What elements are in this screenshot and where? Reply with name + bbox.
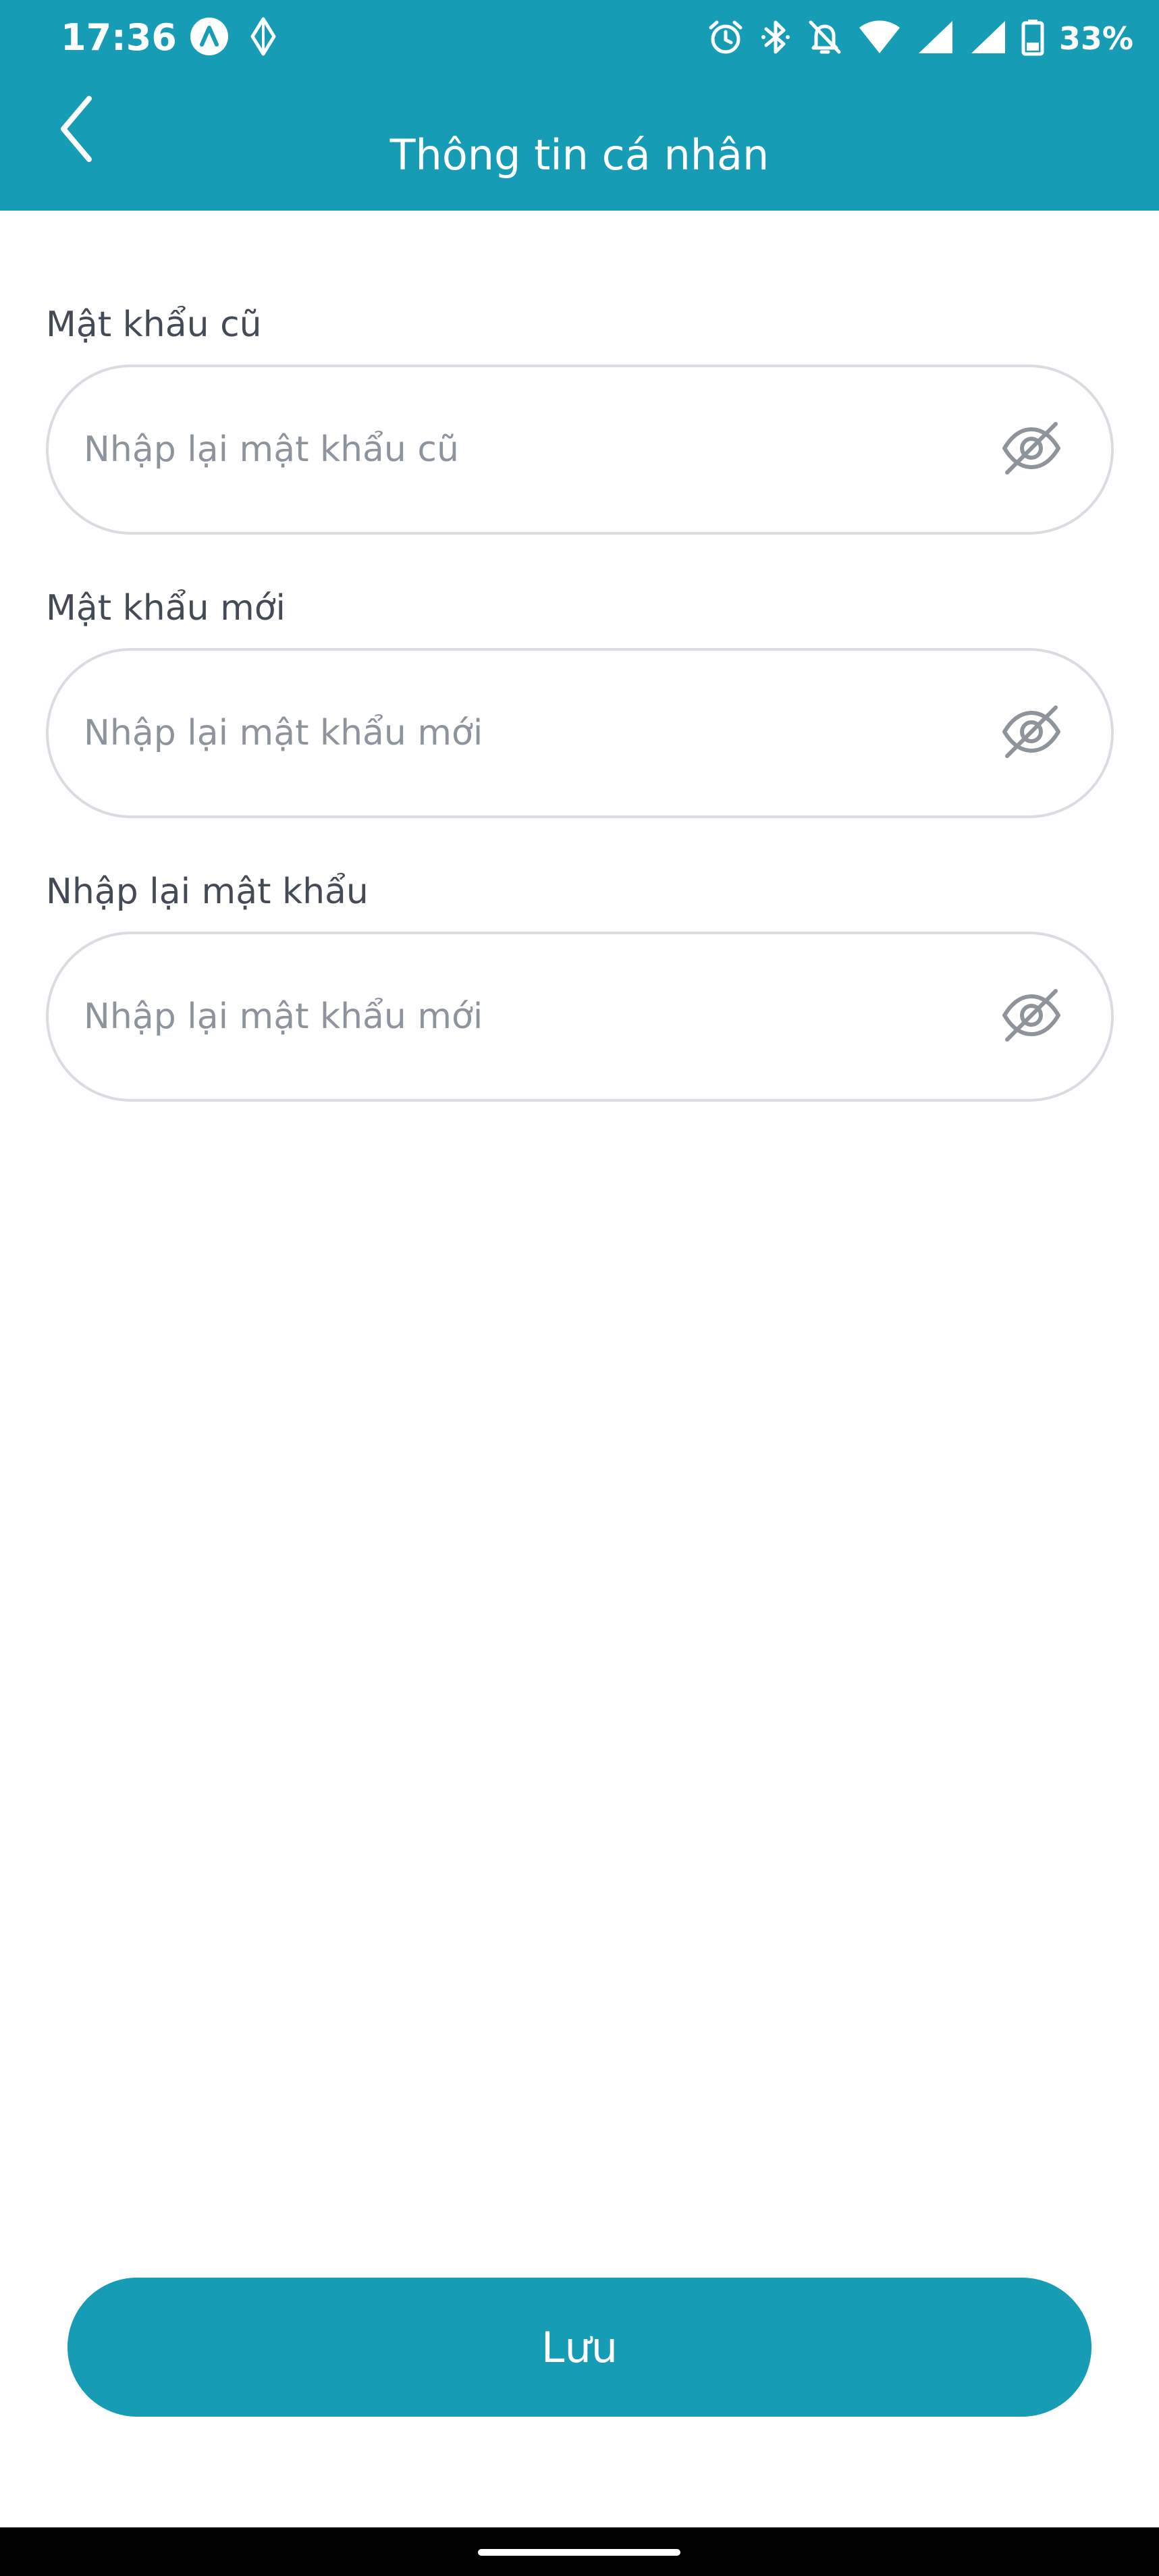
wifi-icon: [858, 20, 901, 57]
status-left-icons: [189, 16, 278, 59]
app-notification-icon: [189, 16, 230, 59]
new-password-field-box: [46, 648, 1114, 818]
confirm-password-visibility-toggle[interactable]: [998, 983, 1065, 1050]
new-password-input[interactable]: [84, 651, 961, 815]
old-password-visibility-toggle[interactable]: [998, 416, 1065, 483]
status-bar: 17:36 33%: [0, 0, 1159, 78]
cell-signal-icon: [969, 20, 1006, 57]
confirm-password-label: Nhập lại mật khẩu: [46, 871, 369, 912]
save-button[interactable]: Lưu: [68, 2278, 1091, 2417]
new-password-label: Mật khẩu mới: [46, 588, 286, 628]
confirm-password-field-box: [46, 932, 1114, 1102]
battery-icon: [1021, 18, 1044, 59]
old-password-input[interactable]: [84, 367, 961, 532]
cell-signal-icon: [916, 20, 954, 57]
status-time: 17:36: [61, 16, 177, 59]
old-password-label: Mật khẩu cũ: [46, 304, 262, 345]
alarm-icon: [707, 18, 745, 59]
eye-off-icon: [999, 416, 1064, 483]
confirm-password-input[interactable]: [84, 934, 961, 1099]
system-navigation-bar: [0, 2527, 1159, 2576]
confirm-password-group: Nhập lại mật khẩu: [46, 871, 1114, 1102]
status-right: 33%: [707, 15, 1133, 62]
battery-percentage: 33%: [1058, 20, 1133, 57]
home-indicator[interactable]: [478, 2549, 680, 2556]
old-password-field-box: [46, 365, 1114, 535]
app-bar: 17:36 33% Thông tin cá nhân: [0, 0, 1159, 211]
eye-off-icon: [999, 983, 1064, 1050]
page-title: Thông tin cá nhân: [389, 130, 770, 180]
old-password-group: Mật khẩu cũ: [46, 304, 1114, 535]
eye-off-icon: [999, 699, 1064, 767]
change-password-form: Mật khẩu cũ Mật khẩu mới Nhập lại mật kh…: [46, 304, 1114, 1154]
new-password-visibility-toggle[interactable]: [998, 699, 1065, 767]
notifications-off-icon: [807, 18, 843, 59]
new-password-group: Mật khẩu mới: [46, 587, 1114, 818]
location-diamond-icon: [248, 17, 278, 59]
bluetooth-icon: [759, 18, 792, 59]
